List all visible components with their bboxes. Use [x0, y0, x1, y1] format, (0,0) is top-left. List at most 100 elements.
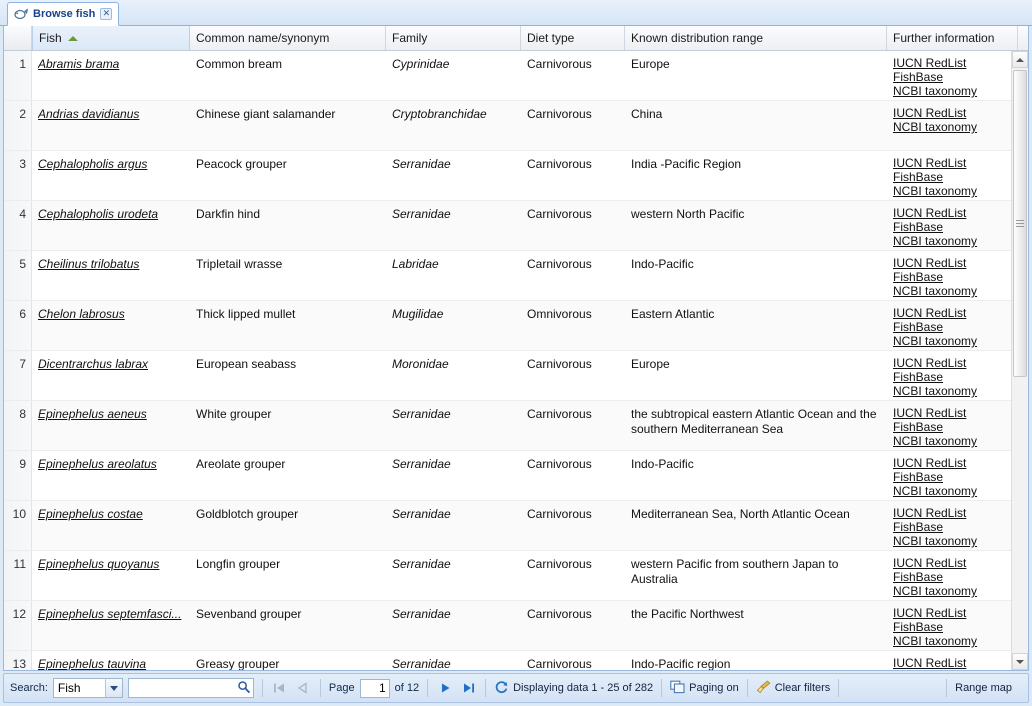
row-number: 4 [4, 201, 32, 250]
vertical-scrollbar[interactable] [1011, 51, 1028, 670]
external-link[interactable]: IUCN RedList [893, 306, 1011, 320]
column-header-fish[interactable]: Fish [32, 26, 190, 50]
external-link[interactable]: NCBI taxonomy [893, 584, 1011, 598]
data-grid: FishCommon name/synonymFamilyDiet typeKn… [3, 26, 1029, 671]
fish-link[interactable]: Epinephelus septemfasci... [38, 607, 184, 622]
external-link[interactable]: FishBase [893, 270, 1011, 284]
external-link[interactable]: NCBI taxonomy [893, 84, 1011, 98]
fish-link[interactable]: Epinephelus aeneus [38, 407, 184, 422]
table-row[interactable]: 5Cheilinus trilobatusTripletail wrasseLa… [4, 251, 1011, 301]
fish-link[interactable]: Epinephelus costae [38, 507, 184, 522]
external-link[interactable]: NCBI taxonomy [893, 384, 1011, 398]
cell-diet: Carnivorous [521, 151, 625, 200]
table-row[interactable]: 8Epinephelus aeneusWhite grouperSerranid… [4, 401, 1011, 451]
external-link[interactable]: FishBase [893, 570, 1011, 584]
table-row[interactable]: 11Epinephelus quoyanusLongfin grouperSer… [4, 551, 1011, 601]
external-link[interactable]: IUCN RedList [893, 356, 1011, 370]
external-link[interactable]: FishBase [893, 620, 1011, 634]
column-header-family[interactable]: Family [386, 26, 521, 50]
refresh-button[interactable]: Displaying data 1 - 25 of 282 [494, 680, 653, 697]
magnifier-icon[interactable] [237, 680, 251, 697]
scrollbar-thumb[interactable] [1013, 70, 1027, 377]
chevron-down-icon[interactable] [105, 679, 122, 697]
external-link[interactable]: IUCN RedList [893, 406, 1011, 420]
column-header-further[interactable]: Further information [887, 26, 1018, 50]
table-row[interactable]: 4Cephalopholis urodetaDarkfin hindSerran… [4, 201, 1011, 251]
table-row[interactable]: 9Epinephelus areolatusAreolate grouperSe… [4, 451, 1011, 501]
external-link[interactable]: IUCN RedList [893, 156, 1011, 170]
column-header-common[interactable]: Common name/synonym [190, 26, 386, 50]
external-link[interactable]: NCBI taxonomy [893, 234, 1011, 248]
table-row[interactable]: 13Epinephelus tauvinaGreasy grouperSerra… [4, 651, 1011, 670]
next-page-button[interactable] [436, 679, 454, 697]
external-link[interactable]: IUCN RedList [893, 656, 1011, 670]
fish-link[interactable]: Epinephelus tauvina [38, 657, 184, 670]
fish-link[interactable]: Abramis brama [38, 57, 184, 72]
first-page-button[interactable] [271, 679, 289, 697]
external-link[interactable]: FishBase [893, 520, 1011, 534]
tab-browse-fish[interactable]: Browse fish ✕ [7, 2, 119, 26]
external-link[interactable]: FishBase [893, 70, 1011, 84]
external-link[interactable]: FishBase [893, 320, 1011, 334]
cell-common: White grouper [190, 401, 386, 450]
external-link[interactable]: IUCN RedList [893, 256, 1011, 270]
search-input-wrap[interactable] [128, 678, 254, 698]
fish-link[interactable]: Andrias davidianus [38, 107, 184, 122]
external-link[interactable]: NCBI taxonomy [893, 120, 1011, 134]
clear-filters-button[interactable]: Clear filters [756, 680, 831, 697]
fish-link[interactable]: Cheilinus trilobatus [38, 257, 184, 272]
cell-family: Serranidae [386, 601, 521, 650]
cell-range: Europe [625, 51, 887, 100]
column-header-diet[interactable]: Diet type [521, 26, 625, 50]
external-link[interactable]: FishBase [893, 470, 1011, 484]
external-link[interactable]: FishBase [893, 220, 1011, 234]
fish-link[interactable]: Epinephelus quoyanus [38, 557, 184, 572]
cell-fish: Cephalopholis urodeta [32, 201, 190, 250]
external-link[interactable]: IUCN RedList [893, 456, 1011, 470]
fish-link[interactable]: Cephalopholis urodeta [38, 207, 184, 222]
search-input[interactable] [133, 680, 237, 696]
search-field-select[interactable]: Fish [53, 678, 123, 698]
external-link[interactable]: IUCN RedList [893, 206, 1011, 220]
fish-link[interactable]: Chelon labrosus [38, 307, 184, 322]
external-link[interactable]: IUCN RedList [893, 106, 1011, 120]
prev-page-button[interactable] [294, 679, 312, 697]
table-row[interactable]: 6Chelon labrosusThick lipped mulletMugil… [4, 301, 1011, 351]
external-link[interactable]: NCBI taxonomy [893, 534, 1011, 548]
table-row[interactable]: 2Andrias davidianusChinese giant salaman… [4, 101, 1011, 151]
scroll-down-arrow-icon[interactable] [1012, 653, 1028, 670]
external-link[interactable]: NCBI taxonomy [893, 634, 1011, 648]
external-link[interactable]: FishBase [893, 370, 1011, 384]
fish-link[interactable]: Epinephelus areolatus [38, 457, 184, 472]
table-row[interactable]: 7Dicentrarchus labraxEuropean seabassMor… [4, 351, 1011, 401]
external-link[interactable]: IUCN RedList [893, 606, 1011, 620]
external-link[interactable]: FishBase [893, 170, 1011, 184]
clear-filters-label: Clear filters [775, 682, 831, 694]
table-row[interactable]: 10Epinephelus costaeGoldblotch grouperSe… [4, 501, 1011, 551]
external-link[interactable]: IUCN RedList [893, 556, 1011, 570]
table-row[interactable]: 1Abramis bramaCommon breamCyprinidaeCarn… [4, 51, 1011, 101]
column-header-range[interactable]: Known distribution range [625, 26, 887, 50]
paging-toggle-button[interactable]: Paging on [670, 680, 739, 697]
external-link[interactable]: IUCN RedList [893, 56, 1011, 70]
external-link[interactable]: NCBI taxonomy [893, 334, 1011, 348]
external-link[interactable]: NCBI taxonomy [893, 184, 1011, 198]
column-header-num[interactable] [4, 26, 32, 50]
table-row[interactable]: 12Epinephelus septemfasci...Sevenband gr… [4, 601, 1011, 651]
external-link[interactable]: NCBI taxonomy [893, 484, 1011, 498]
page-number-input[interactable]: 1 [360, 679, 390, 698]
cell-family: Serranidae [386, 651, 521, 670]
table-row[interactable]: 3Cephalopholis argusPeacock grouperSerra… [4, 151, 1011, 201]
scroll-up-arrow-icon[interactable] [1012, 51, 1028, 68]
cell-family: Labridae [386, 251, 521, 300]
last-page-button[interactable] [459, 679, 477, 697]
close-icon[interactable]: ✕ [100, 8, 112, 20]
range-map-button[interactable]: Range map [955, 682, 1022, 694]
fish-link[interactable]: Dicentrarchus labrax [38, 357, 184, 372]
external-link[interactable]: NCBI taxonomy [893, 284, 1011, 298]
external-link[interactable]: FishBase [893, 420, 1011, 434]
fish-link[interactable]: Cephalopholis argus [38, 157, 184, 172]
external-link[interactable]: IUCN RedList [893, 506, 1011, 520]
toolbar-divider-3 [427, 679, 428, 697]
external-link[interactable]: NCBI taxonomy [893, 434, 1011, 448]
